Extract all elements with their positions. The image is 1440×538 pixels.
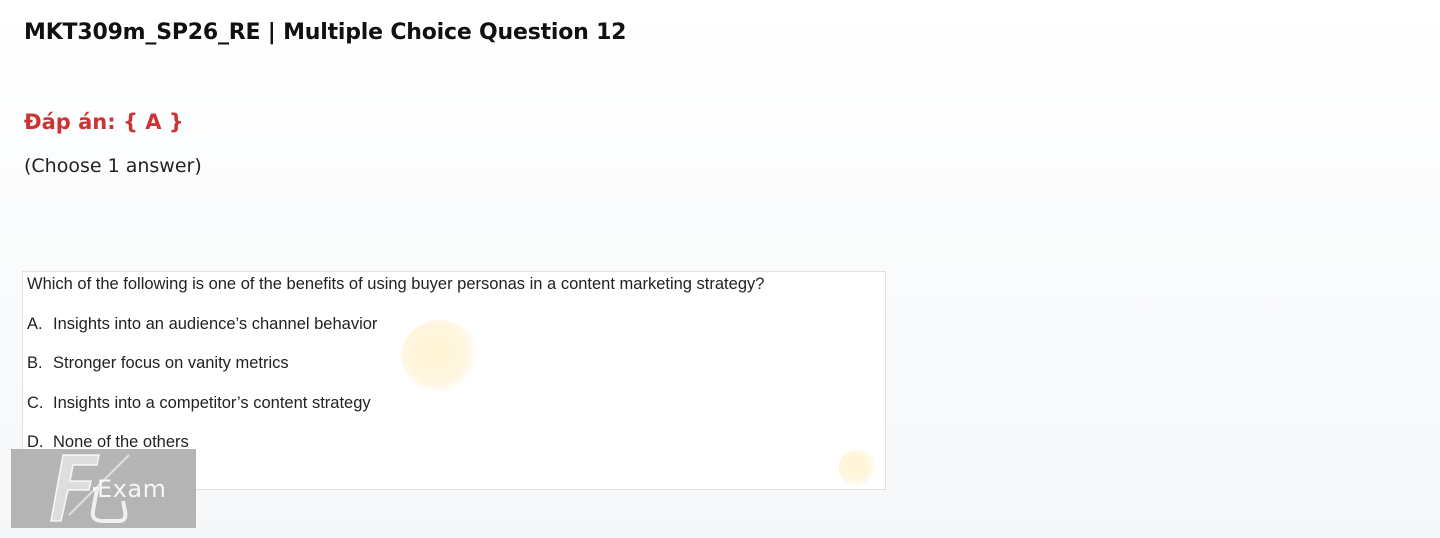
answer-key: Đáp án: { A } <box>24 110 184 134</box>
faint-emoji-watermark <box>838 450 876 486</box>
option-letter: B. <box>27 354 43 372</box>
question-stem: Which of the following is one of the ben… <box>27 275 765 293</box>
option-text: Insights into a competitor’s content str… <box>53 394 371 412</box>
answer-instruction: (Choose 1 answer) <box>24 155 202 177</box>
option-text: Stronger focus on vanity metrics <box>53 354 289 372</box>
page-title: MKT309m_SP26_RE | Multiple Choice Questi… <box>24 20 627 45</box>
option-a: A. Insights into an audience’s channel be… <box>27 315 377 334</box>
faint-emoji-watermark <box>401 320 479 392</box>
option-c: C. Insights into a competitor’s content s… <box>27 394 371 413</box>
option-b: B. Stronger focus on vanity metrics <box>27 354 289 373</box>
fu-exam-watermark: Exam <box>11 449 196 528</box>
option-text: Insights into an audience’s channel beha… <box>53 315 378 333</box>
watermark-text: Exam <box>97 475 167 503</box>
option-letter: C. <box>27 394 44 412</box>
option-letter: A. <box>27 315 43 333</box>
